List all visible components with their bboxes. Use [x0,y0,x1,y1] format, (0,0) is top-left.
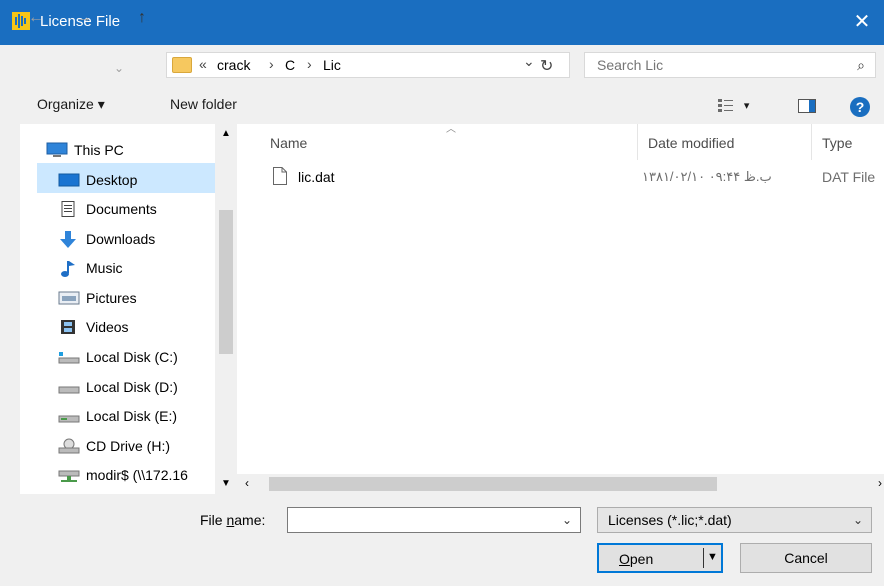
scroll-right-arrow[interactable]: › [878,476,882,490]
close-button[interactable]: ✕ [840,0,884,45]
column-divider[interactable] [637,124,638,160]
file-name-label: File name: [200,512,265,528]
sidebar-item-local-disk-c[interactable]: Local Disk (C:) [58,344,178,370]
view-options-button[interactable]: ▾ [718,96,750,113]
search-input[interactable] [585,53,825,77]
disk-c-icon [58,349,80,365]
sidebar-item-cd-drive-h[interactable]: CD Drive (H:) [58,433,170,459]
sort-indicator-icon: ︿ [446,124,456,135]
downloads-icon [58,231,78,248]
forward-button[interactable]: → [76,9,92,27]
cd-drive-icon [58,438,80,454]
documents-icon [58,201,78,217]
open-accel: O [619,551,630,567]
chevron-down-icon[interactable]: ⌄ [562,513,572,527]
folder-icon [172,57,192,73]
column-header-date-modified[interactable]: Date modified [648,135,734,151]
sidebar-item-label: CD Drive (H:) [86,438,170,454]
open-options-arrow[interactable]: ▼ [707,551,718,563]
sidebar-item-label: Downloads [86,231,156,247]
sidebar-item-desktop[interactable]: Desktop [58,167,137,193]
sidebar-item-videos[interactable]: Videos [58,314,129,340]
open-button-label: Open [619,551,653,567]
scrollbar-thumb[interactable] [219,210,233,354]
scrollbar-thumb[interactable] [269,477,717,491]
sidebar-item-label: Desktop [86,172,138,188]
view-icon [718,99,733,113]
disk-icon [58,379,80,395]
file-name-combobox[interactable]: ⌄ [287,507,581,533]
sidebar-item-pictures[interactable]: Pictures [58,285,137,311]
sidebar-item-local-disk-e[interactable]: Local Disk (E:) [58,403,177,429]
file-icon [273,167,287,188]
sidebar-item-label: Documents [86,201,157,217]
search-box[interactable]: ⌕ [584,52,876,78]
scroll-left-arrow[interactable]: ‹ [245,476,249,490]
desktop-icon [58,172,80,188]
column-header-type[interactable]: Type [822,135,852,151]
address-bar[interactable]: « crack › C › Lic ⌄ [166,52,570,78]
sidebar-item-label: Local Disk (E:) [86,408,178,424]
open-label-rest: pen [629,551,654,567]
column-header-name[interactable]: Name [270,135,307,151]
recent-locations-button[interactable]: ⌄ [114,61,124,75]
split-divider [703,548,704,568]
preview-pane-button[interactable] [798,99,816,116]
sidebar-item-documents[interactable]: Documents [58,196,157,222]
breadcrumb-separator[interactable]: › [269,56,274,72]
file-type: DAT File [822,169,876,185]
videos-icon [58,319,78,335]
organize-menu[interactable]: Organize ▾ [37,96,105,113]
file-name-input[interactable] [288,508,548,532]
file-type-filter-value: Licenses (*.lic;*.dat) [608,512,732,528]
network-drive-icon [58,467,80,483]
file-name-label-part: File [200,512,227,528]
scroll-up-arrow[interactable]: ▲ [221,128,231,139]
sidebar-item-label: modir$ (\\172.16 [86,467,188,483]
breadcrumb-lic[interactable]: Lic [323,57,341,73]
breadcrumb-separator[interactable]: › [307,56,312,72]
pictures-icon [58,290,80,306]
file-date-modified: ۱۳۸۱/۰۲/۱۰ ب.ظ ۰۹:۴۴ [642,169,772,184]
file-type-filter[interactable]: Licenses (*.lic;*.dat) ⌄ [597,507,872,533]
refresh-button[interactable]: ↻ [540,56,553,76]
back-button[interactable]: ← [28,9,44,27]
computer-icon [46,142,68,158]
music-icon [58,260,78,277]
search-icon[interactable]: ⌕ [857,57,865,74]
breadcrumb-crack[interactable]: crack [217,57,250,73]
sidebar-item-label: Music [86,260,123,276]
column-divider[interactable] [811,124,812,160]
chevron-down-icon: ▾ [743,100,750,112]
sidebar-item-this-pc[interactable]: This PC [46,137,124,163]
sidebar-item-label: This PC [74,142,124,158]
nav-vertical-scrollbar[interactable]: ▲ ▼ [215,124,237,494]
breadcrumb-overflow[interactable]: « [199,56,207,72]
command-bar [0,87,884,125]
address-dropdown-button[interactable]: ⌄ [523,53,535,70]
disk-icon [58,408,80,424]
sidebar-item-downloads[interactable]: Downloads [58,226,155,252]
file-horizontal-scrollbar[interactable]: ‹ › [237,474,884,494]
chevron-down-icon[interactable]: ⌄ [853,513,863,527]
sidebar-item-label: Local Disk (D:) [86,379,178,395]
up-button[interactable]: ↑ [138,9,146,27]
scroll-down-arrow[interactable]: ▼ [221,478,231,489]
open-button[interactable]: Open ▼ [597,543,723,573]
sidebar-item-label: Pictures [86,290,137,306]
file-name-label-part: ame: [234,512,266,528]
sidebar-item-label: Videos [86,319,129,335]
title-bar: License File ✕ [0,0,884,45]
breadcrumb-c[interactable]: C [285,57,295,73]
file-name[interactable]: lic.dat [298,169,335,185]
sidebar-item-local-disk-d[interactable]: Local Disk (D:) [58,374,178,400]
sidebar-item-network-drive[interactable]: modir$ (\\172.16 [58,462,188,488]
help-button[interactable]: ? [850,97,870,117]
sidebar-item-label: Local Disk (C:) [86,349,178,365]
cancel-button[interactable]: Cancel [740,543,872,573]
sidebar-item-music[interactable]: Music [58,255,123,281]
new-folder-button[interactable]: New folder [170,96,237,112]
preview-pane-icon [798,99,816,113]
